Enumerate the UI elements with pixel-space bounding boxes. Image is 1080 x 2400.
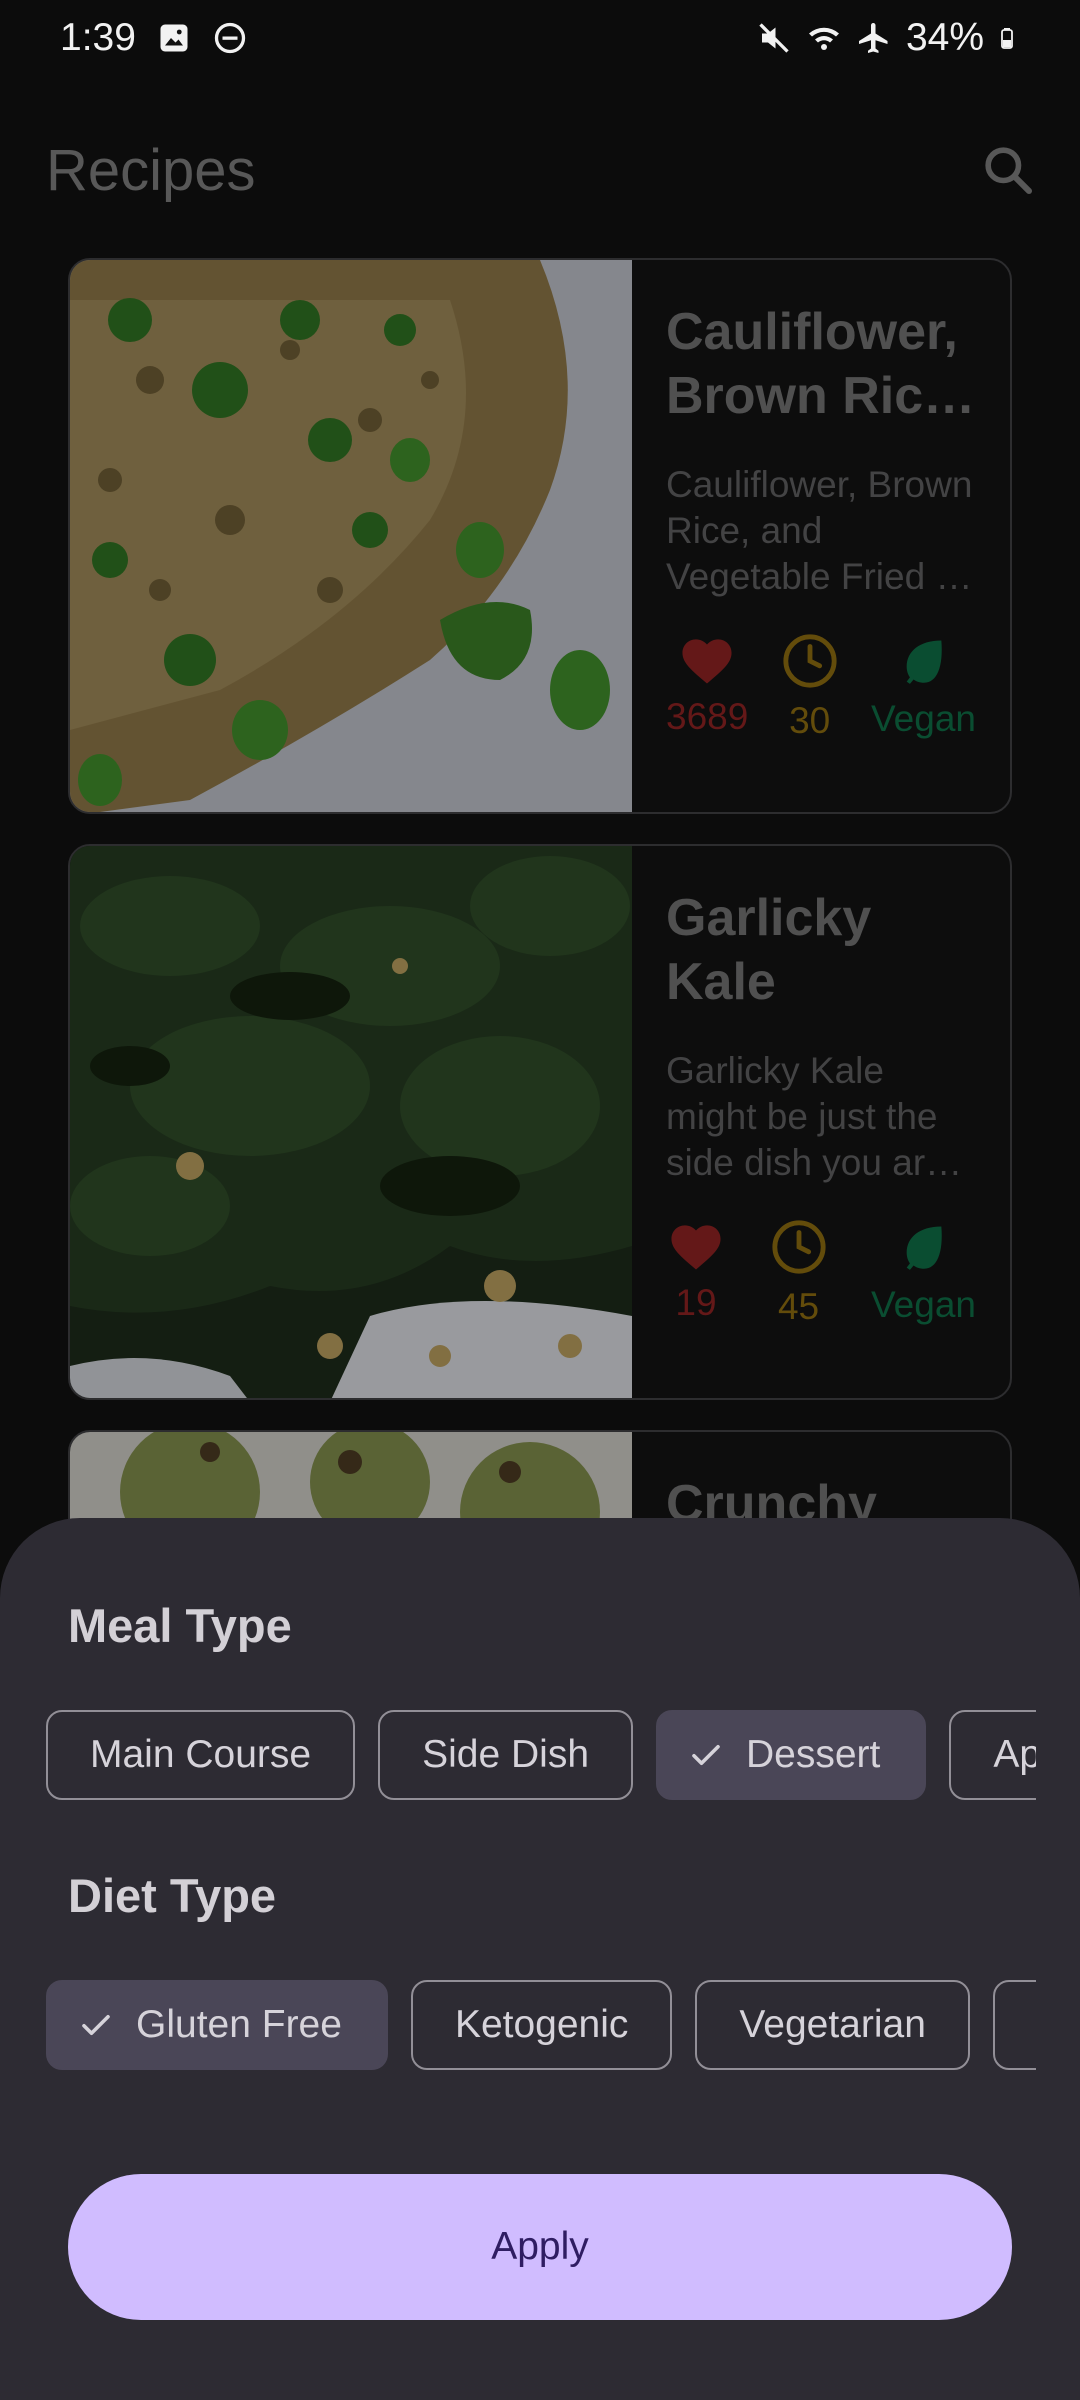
screen: 1:39 34% Recipes Cauliflower, Brown Ric……: [0, 0, 1080, 2400]
status-left: 1:39: [60, 16, 248, 60]
recipe-image: [70, 846, 632, 1398]
chip-next[interactable]: [992, 1980, 1036, 2070]
chip-label: Gluten Free: [136, 2003, 342, 2046]
diet-type-title: Diet Type: [68, 1869, 277, 1922]
clock-icon: [771, 1220, 826, 1274]
heart-icon: [671, 1225, 721, 1270]
recipe-info: Cauliflower, Brown Ric… Cauliflower, Bro…: [632, 260, 1010, 812]
time-stat: 30: [781, 632, 839, 742]
likes-count: 3689: [666, 696, 749, 737]
mute-icon: [759, 23, 789, 53]
diet-stat: Vegan: [871, 632, 976, 742]
dnd-icon: [214, 22, 246, 54]
recipe-stats: 3689 30 Vegan: [666, 632, 980, 742]
recipe-info: Garlicky Kale Garlicky Kale might be jus…: [632, 846, 1010, 1398]
battery-percent: 34%: [905, 16, 984, 59]
likes-count: 19: [675, 1282, 717, 1323]
diet-label: Vegan: [871, 698, 976, 739]
meal-type-chips: Main Course Side Dish Dessert Ap: [46, 1710, 1036, 1800]
minutes-count: 30: [789, 700, 831, 741]
chip-vegetarian[interactable]: Vegetarian: [695, 1980, 970, 2070]
airplane-icon: [858, 23, 888, 53]
meal-type-title: Meal Type: [68, 1599, 292, 1652]
diet-type-chips: Gluten Free Ketogenic Vegetarian: [46, 1980, 1036, 2070]
check-icon: [692, 1744, 720, 1766]
page-title: Recipes: [46, 137, 256, 203]
wifi-icon: [808, 27, 839, 50]
battery-icon: [1001, 28, 1013, 49]
minutes-count: 45: [777, 1286, 820, 1327]
diet-label: Vegan: [871, 1284, 976, 1325]
status-bar: 1:39 34%: [0, 0, 1080, 76]
recipe-card[interactable]: Cauliflower, Brown Ric… Cauliflower, Bro…: [68, 258, 1012, 814]
leaf-icon: [906, 1226, 942, 1270]
fried-rice-photo: [70, 260, 632, 812]
chip-label: Vegetarian: [739, 2003, 926, 2046]
chip-label: Side Dish: [422, 1733, 590, 1776]
chip-label: Dessert: [746, 1733, 881, 1776]
chip-dessert[interactable]: Dessert: [656, 1710, 927, 1800]
chip-appetizer[interactable]: Ap: [949, 1710, 1036, 1800]
recipe-title: Garlicky Kale: [666, 889, 872, 1011]
time-stat: 45: [770, 1218, 828, 1328]
status-time: 1:39: [60, 16, 136, 59]
recipe-description: Cauliflower, Brown Rice, and Vegetable F…: [666, 464, 973, 597]
chip-ketogenic[interactable]: Ketogenic: [410, 1980, 673, 2070]
app-bar: Recipes: [0, 120, 1080, 220]
chip-main-course[interactable]: Main Course: [46, 1710, 356, 1800]
diet-stat: Vegan: [871, 1218, 976, 1328]
leaf-icon: [906, 640, 942, 684]
chip-side-dish[interactable]: Side Dish: [378, 1710, 634, 1800]
search-icon: [985, 147, 1033, 195]
status-right: 34%: [756, 16, 1022, 60]
kale-photo: [70, 846, 632, 1398]
recipe-stats: 19 45 Vegan: [666, 1218, 980, 1328]
check-icon: [82, 2014, 110, 2036]
recipe-card[interactable]: Garlicky Kale Garlicky Kale might be jus…: [68, 844, 1012, 1400]
chip-label: Ketogenic: [454, 2003, 629, 2046]
chip-gluten-free[interactable]: Gluten Free: [46, 1980, 388, 2070]
image-icon: [160, 24, 188, 52]
heart-icon: [682, 639, 732, 684]
filter-bottom-sheet: Meal Type Main Course Side Dish Dessert …: [0, 1518, 1080, 2400]
recipe-image: [70, 260, 632, 812]
likes-stat: 3689: [666, 632, 748, 742]
chip-label: Main Course: [90, 1733, 312, 1776]
search-button[interactable]: [976, 138, 1040, 202]
clock-icon: [783, 634, 837, 688]
likes-stat: 19: [666, 1218, 726, 1328]
apply-button[interactable]: Apply: [68, 2174, 1012, 2320]
chip-label: Ap: [993, 1733, 1036, 1776]
recipe-description: Garlicky Kale might be just the side dis…: [666, 1050, 963, 1183]
recipe-title: Cauliflower, Brown Ric…: [666, 303, 976, 425]
